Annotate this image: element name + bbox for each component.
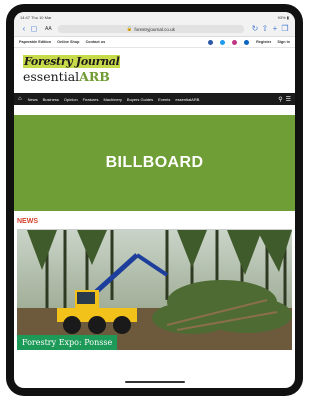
back-icon[interactable]: ‹ (19, 22, 29, 36)
site-topbar: Paperable Edition Online Shop Contact us… (14, 37, 295, 48)
news-section-label: NEWS (17, 218, 38, 225)
nav-item-news[interactable]: News (28, 97, 38, 102)
top-link-edition[interactable]: Paperable Edition (19, 40, 51, 44)
status-time: 14:47 Thu 10 Mar (20, 14, 52, 20)
tabs-icon[interactable]: ❐ (280, 22, 290, 36)
facebook-icon[interactable] (207, 39, 213, 45)
nav-item-features[interactable]: Features (83, 97, 99, 102)
address-bar[interactable]: 🔒 forestryjournal.co.uk (57, 25, 244, 33)
twitter-icon[interactable] (219, 39, 225, 45)
browser-toolbar: ‹ ◻ AA 🔒 forestryjournal.co.uk ↻ ⇧ + ❐ (14, 22, 295, 37)
billboard-ad[interactable]: BILLBOARD (14, 115, 295, 211)
new-tab-icon[interactable]: + (270, 22, 280, 36)
home-indicator[interactable] (124, 381, 185, 383)
nav-item-buyers-guides[interactable]: Buyers Guides (127, 97, 153, 102)
account-links: Register Sign in (203, 39, 290, 45)
screen: 14:47 Thu 10 Mar 93% ▮ ‹ ◻ AA 🔒 forestry… (14, 12, 295, 388)
logo-forestry-journal: Forestry Journal (23, 55, 121, 68)
url-text: forestryjournal.co.uk (134, 26, 175, 32)
news-hero-image[interactable]: Forestry Expo: Ponsse (17, 229, 292, 350)
signin-link[interactable]: Sign in (277, 40, 290, 44)
home-icon[interactable]: ⌂ (18, 96, 22, 102)
register-link[interactable]: Register (256, 40, 271, 44)
nav-item-opinion[interactable]: Opinion (64, 97, 78, 102)
share-icon[interactable]: ⇧ (260, 22, 270, 36)
instagram-icon[interactable] (231, 39, 237, 45)
lock-icon: 🔒 (126, 26, 133, 31)
battery-indicator: 93% ▮ (277, 14, 289, 20)
search-icon[interactable]: ⚲ (278, 96, 282, 103)
nav-item-essentialarb[interactable]: essentialARB (175, 97, 199, 102)
top-link-shop[interactable]: Online Shop (57, 40, 79, 44)
news-caption[interactable]: Forestry Expo: Ponsse (17, 335, 118, 350)
linkedin-icon[interactable] (244, 39, 250, 45)
tablet-frame: 14:47 Thu 10 Mar 93% ▮ ‹ ◻ AA 🔒 forestry… (6, 4, 303, 396)
nav-item-business[interactable]: Business (43, 97, 59, 102)
status-bar: 14:47 Thu 10 Mar 93% ▮ (14, 12, 295, 22)
aa-button[interactable]: AA (45, 26, 52, 32)
book-icon[interactable]: ◻ (29, 22, 39, 36)
main-nav: ⌂ News Business Opinion Features Machine… (14, 93, 295, 105)
nav-item-machinery[interactable]: Machinery (103, 97, 121, 102)
logo-essential-arb: essentialARB (23, 69, 110, 84)
reload-icon[interactable]: ↻ (250, 22, 260, 36)
site-logo[interactable]: Forestry Journal essentialARB (14, 48, 295, 93)
nav-item-events[interactable]: Events (158, 97, 170, 102)
menu-icon[interactable]: ☰ (286, 96, 291, 103)
forest-harvester-photo (17, 230, 292, 350)
billboard-label: BILLBOARD (105, 154, 204, 171)
top-link-contact[interactable]: Contact us (86, 40, 106, 44)
top-links: Paperable Edition Online Shop Contact us (19, 40, 110, 44)
